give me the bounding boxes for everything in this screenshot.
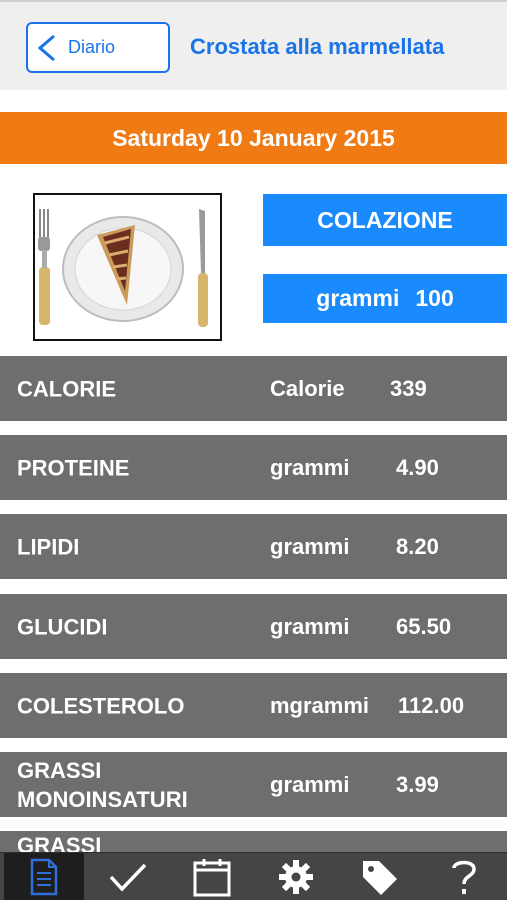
- quantity-unit: grammi: [316, 285, 400, 311]
- nutrient-unit: grammi: [270, 771, 350, 797]
- nutrient-value: 4.90: [396, 454, 439, 480]
- back-button-label: Diario: [68, 37, 116, 57]
- nutrient-name: GLUCIDI: [17, 614, 108, 639]
- nutrient-row-proteine: PROTEINE grammi 4.90: [0, 435, 507, 500]
- tab-diario[interactable]: [4, 853, 84, 900]
- nutrient-unit: grammi: [270, 613, 350, 639]
- gear-icon: [279, 860, 313, 894]
- nutrient-name: CALORIE: [17, 376, 116, 401]
- nutrient-name: PROTEINE: [17, 455, 130, 480]
- tab-settings[interactable]: [256, 853, 336, 900]
- nutrient-row-colesterolo: COLESTEROLO mgrammi 112.00: [0, 673, 507, 738]
- tab-check[interactable]: [88, 853, 168, 900]
- meal-type-label: COLAZIONE: [317, 206, 453, 233]
- nutrient-unit: Calorie: [270, 375, 345, 401]
- navigation-bar: Diario Crostata alla marmellata: [0, 0, 507, 90]
- tag-icon: [363, 861, 397, 895]
- food-image: [33, 193, 222, 341]
- tart-on-plate-icon: [38, 209, 208, 327]
- checkmark-icon: [109, 863, 147, 892]
- quantity-value: 100: [415, 285, 454, 311]
- chevron-left-icon: [37, 34, 55, 61]
- nutrient-name: LIPIDI: [17, 534, 80, 559]
- nutrient-row-calorie: CALORIE Calorie 339: [0, 356, 507, 421]
- tab-calendar[interactable]: [172, 853, 252, 900]
- nutrient-row-glucidi: GLUCIDI grammi 65.50: [0, 594, 507, 659]
- nutrient-row-grassi-monoinsaturi: GRASSI MONOINSATURI grammi 3.99: [0, 752, 507, 817]
- tab-help[interactable]: [424, 853, 504, 900]
- nutrient-value: 8.20: [396, 533, 439, 559]
- page-title: Crostata alla marmellata: [190, 34, 445, 59]
- quantity-button[interactable]: grammi 100: [263, 274, 507, 323]
- nutrient-unit: mgrammi: [270, 692, 370, 718]
- nutrient-unit: grammi: [270, 454, 350, 480]
- calendar-icon: [193, 859, 231, 897]
- help-question-icon: [452, 860, 476, 894]
- tab-bar: [0, 852, 507, 900]
- nutrient-value: 65.50: [396, 613, 452, 639]
- nutrient-value: 339: [390, 375, 427, 401]
- diary-document-icon: [30, 858, 58, 896]
- nutrient-name: GRASSI MONOINSATURI: [17, 757, 188, 812]
- back-button[interactable]: Diario: [26, 22, 170, 73]
- nutrient-name: COLESTEROLO: [17, 693, 185, 718]
- date-label: Saturday 10 January 2015: [112, 124, 395, 151]
- tab-tags[interactable]: [340, 853, 420, 900]
- meal-type-button[interactable]: COLAZIONE: [263, 194, 507, 246]
- nutrient-unit: grammi: [270, 533, 350, 559]
- nutrient-row-lipidi: LIPIDI grammi 8.20: [0, 514, 507, 579]
- nutrient-value: 3.99: [396, 771, 439, 797]
- date-bar: Saturday 10 January 2015: [0, 112, 507, 164]
- nutrient-value: 112.00: [398, 692, 465, 718]
